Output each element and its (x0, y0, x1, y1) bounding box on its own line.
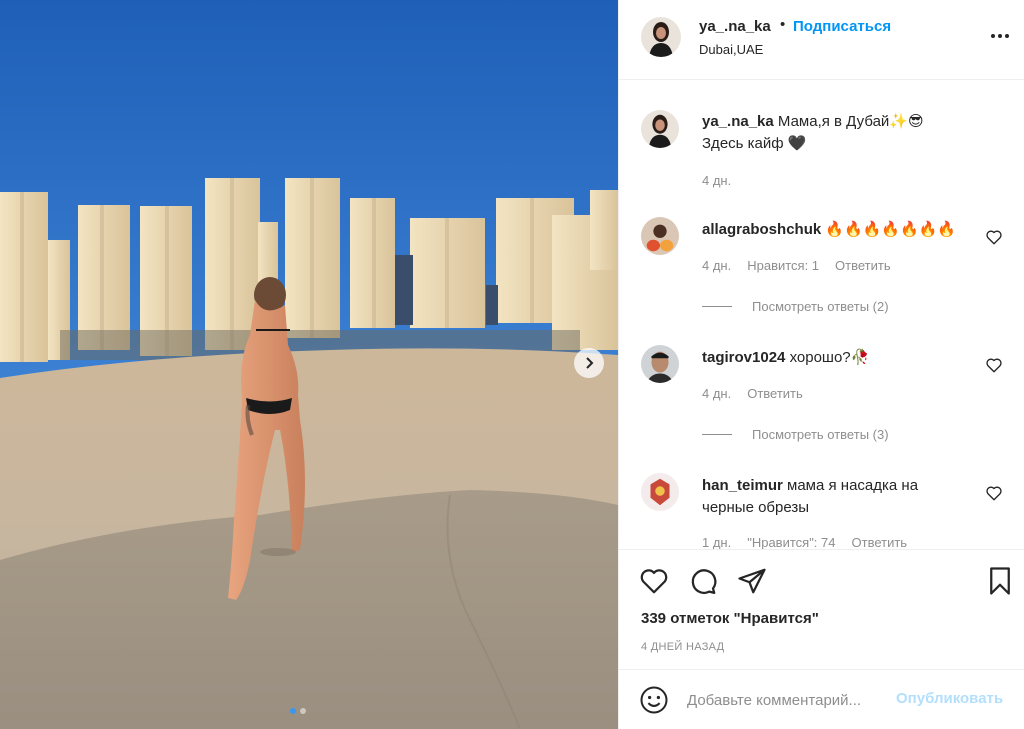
more-options-icon[interactable] (991, 30, 1015, 42)
caption-meta: 4 дн. (702, 173, 731, 188)
comment-likes[interactable]: "Нравится": 74 (747, 535, 835, 549)
share-icon[interactable] (737, 566, 767, 596)
replies-divider (702, 434, 732, 435)
emoji-icon[interactable] (639, 685, 669, 715)
carousel-dot-active (290, 708, 296, 714)
replies-divider (702, 306, 732, 307)
caption-line1: Мама,я в Дубай✨😎 (777, 113, 924, 130)
commenter-avatar[interactable] (641, 217, 679, 255)
heart-icon[interactable] (639, 566, 669, 596)
caption-time: 4 дн. (702, 173, 732, 188)
follow-button[interactable]: Подписаться (793, 18, 891, 35)
comment-time: 4 дн. (702, 258, 732, 273)
post-time-ago: 4 ДНЕЙ НАЗАД (641, 641, 725, 653)
heart-icon[interactable] (985, 228, 1003, 246)
comment-reply-button[interactable]: Ответить (747, 386, 803, 401)
comment-likes[interactable]: Нравится: 1 (747, 258, 819, 273)
carousel-next-button[interactable] (574, 348, 604, 378)
chevron-right-icon (586, 357, 594, 369)
comment-input[interactable] (687, 688, 887, 712)
comment-username[interactable]: han_teimur (702, 477, 783, 494)
comment-text: han_teimur мама я насадка на черные обре… (702, 475, 962, 519)
author-username[interactable]: ya_.na_ka (699, 18, 771, 35)
comment-reply-button[interactable]: Ответить (852, 535, 908, 549)
post-actions: 339 отметок "Нравится" 4 ДНЕЙ НАЗАД (619, 549, 1024, 669)
caption-text: ya_.na_ka Мама,я в Дубай✨😎 Здесь кайф 🖤 (702, 111, 962, 155)
comment-body: хорошо?🥀 (789, 349, 870, 366)
bookmark-icon[interactable] (985, 566, 1015, 596)
comment-icon[interactable] (688, 566, 718, 596)
comment-body: 🔥🔥🔥🔥🔥🔥🔥 (825, 221, 957, 238)
view-replies-label[interactable]: Посмотреть ответы (3) (752, 427, 889, 442)
caption-avatar[interactable] (641, 110, 679, 148)
add-comment-bar: Опубликовать (619, 669, 1024, 729)
comments-list[interactable]: ya_.na_ka Мама,я в Дубай✨😎 Здесь кайф 🖤 … (619, 81, 1024, 549)
view-replies-button[interactable]: Посмотреть ответы (3) (702, 427, 889, 442)
carousel-indicator (290, 708, 306, 714)
post-header: ya_.na_ka • Подписаться Dubai,UAE (619, 0, 1024, 80)
commenter-avatar[interactable] (641, 345, 679, 383)
heart-icon[interactable] (985, 484, 1003, 502)
beach-photo-image (0, 0, 618, 729)
author-avatar[interactable] (641, 17, 681, 57)
caption-line2: Здесь кайф 🖤 (702, 135, 807, 152)
comment-meta: 4 дн. Нравится: 1 Ответить (702, 258, 891, 273)
header-separator: • (780, 16, 786, 33)
comment-meta: 4 дн. Ответить (702, 386, 803, 401)
comment-username[interactable]: tagirov1024 (702, 349, 785, 366)
likes-count[interactable]: 339 отметок "Нравится" (641, 610, 819, 627)
comment-text: allagraboshchuk 🔥🔥🔥🔥🔥🔥🔥 (702, 219, 962, 241)
comment-text: tagirov1024 хорошо?🥀 (702, 347, 962, 369)
view-replies-label[interactable]: Посмотреть ответы (2) (752, 299, 889, 314)
comment-time: 1 дн. (702, 535, 732, 549)
publish-button[interactable]: Опубликовать (896, 690, 1003, 707)
heart-icon[interactable] (985, 356, 1003, 374)
comment-reply-button[interactable]: Ответить (835, 258, 891, 273)
caption-username[interactable]: ya_.na_ka (702, 113, 774, 130)
comment-meta: 1 дн. "Нравится": 74 Ответить (702, 535, 907, 549)
commenter-avatar[interactable] (641, 473, 679, 511)
post-side-panel: ya_.na_ka • Подписаться Dubai,UAE ya_.na… (618, 0, 1024, 729)
comment-username[interactable]: allagraboshchuk (702, 221, 821, 238)
post-photo[interactable] (0, 0, 618, 729)
carousel-dot (300, 708, 306, 714)
instagram-post: ya_.na_ka • Подписаться Dubai,UAE ya_.na… (0, 0, 1024, 729)
post-location[interactable]: Dubai,UAE (699, 42, 763, 57)
view-replies-button[interactable]: Посмотреть ответы (2) (702, 299, 889, 314)
comment-time: 4 дн. (702, 386, 732, 401)
